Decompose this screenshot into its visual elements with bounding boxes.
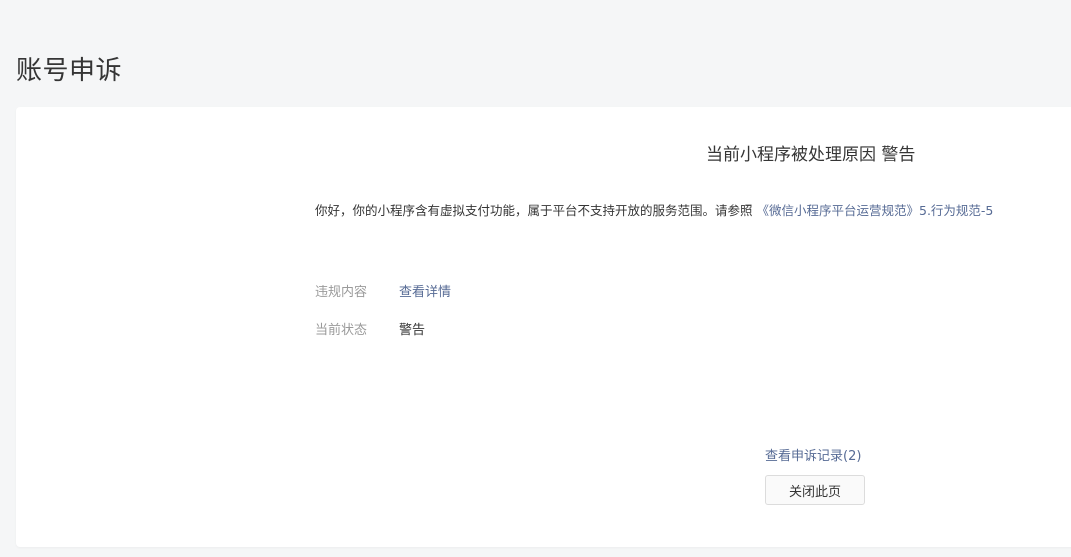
reason-title: 当前小程序被处理原因 警告 (706, 145, 916, 165)
status-label: 当前状态 (315, 323, 368, 338)
close-page-button[interactable]: 关闭此页 (765, 475, 865, 505)
violation-row: 违规内容 查看详情 (315, 281, 451, 300)
page-title: 账号申诉 (16, 56, 123, 86)
notice-text: 你好，你的小程序含有虚拟支付功能，属于平台不支持开放的服务范围。请参照 (315, 203, 757, 218)
status-row: 当前状态 警告 (315, 319, 425, 338)
appeal-card: 当前小程序被处理原因 警告 你好，你的小程序含有虚拟支付功能，属于平台不支持开放… (16, 107, 1071, 547)
view-details-link[interactable]: 查看详情 (399, 285, 451, 300)
violation-label: 违规内容 (315, 285, 368, 300)
rules-link[interactable]: 《微信小程序平台运营规范》5.行为规范-5 (756, 203, 993, 218)
appeal-records-link[interactable]: 查看申诉记录(2) (765, 445, 861, 464)
status-value: 警告 (399, 323, 426, 338)
notice-paragraph: 你好，你的小程序含有虚拟支付功能，属于平台不支持开放的服务范围。请参照 《微信小… (315, 200, 993, 219)
